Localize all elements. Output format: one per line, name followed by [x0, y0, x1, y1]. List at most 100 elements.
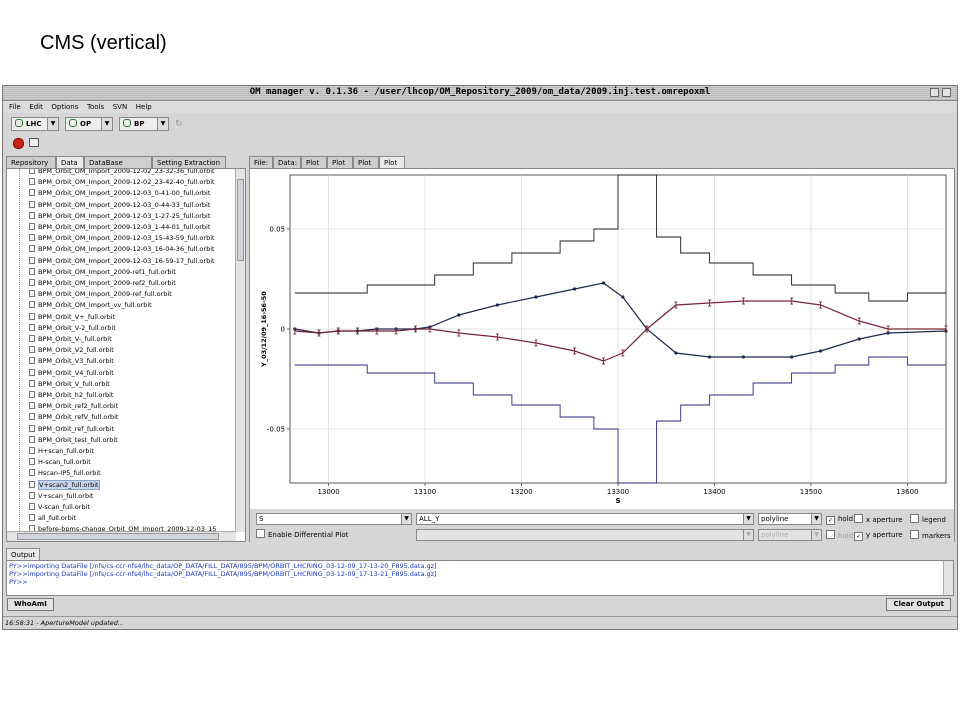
chevron-down-icon[interactable]: ▼: [743, 530, 753, 540]
tree-item[interactable]: BPM_Orbit_OM_Import_2009-12-02_23-32-36_…: [29, 169, 215, 177]
checkbox-icon[interactable]: [256, 529, 265, 538]
enable-diff-checkbox[interactable]: Enable Differential Plot: [256, 529, 348, 540]
right-tabbar: File: Data: Plot Plot Plot Plot: [249, 156, 959, 168]
tree-item[interactable]: BPM_Orbit_V4_full.orbit: [29, 368, 114, 379]
tree-item[interactable]: BPM_Orbit_OM_Import_2009-ref2_full.orbit: [29, 278, 176, 289]
close-icon[interactable]: [942, 88, 951, 97]
style-select[interactable]: polyline ▼: [758, 513, 822, 525]
tree-item[interactable]: BPM_Orbit_OM_Import_vv_full.orbit: [29, 300, 152, 311]
tree-item[interactable]: BPM_Orbit_OM_Import_2009-12-03_0-44-33_f…: [29, 200, 210, 211]
tab-database-optics[interactable]: DataBase Optics: [84, 156, 152, 179]
whoami-button[interactable]: WhoAmI: [7, 598, 54, 611]
tree-item[interactable]: BPM_Orbit_V-2_full.orbit: [29, 323, 116, 334]
menu-svn[interactable]: SVN: [113, 101, 127, 113]
tree-item[interactable]: H+scan_full.orbit: [29, 446, 94, 457]
tree-horizontal-scrollbar[interactable]: [7, 531, 236, 541]
tree-item[interactable]: BPM_Orbit_OM_Import_2009-ref_full.orbit: [29, 289, 172, 300]
tree-item[interactable]: BPM_Orbit_V_full.orbit: [29, 379, 110, 390]
tree-item-label: BPM_Orbit_OM_Import_2009-12-03_1-27-25_f…: [38, 211, 211, 220]
tree-item[interactable]: V+scan_full.orbit: [29, 491, 93, 502]
tab-data[interactable]: Data: [56, 156, 84, 168]
file-icon: [29, 447, 35, 454]
tree-item[interactable]: BPM_Orbit_ref2_full.orbit: [29, 401, 118, 412]
tree-item[interactable]: BPM_Orbit_OM_Import_2009-12-03_16-59-17_…: [29, 256, 215, 267]
chevron-down-icon[interactable]: ▼: [401, 514, 411, 524]
tree-item[interactable]: BPM_Orbit_V2_full.orbit: [29, 345, 114, 356]
chevron-down-icon[interactable]: ▼: [811, 530, 821, 540]
mode-combo[interactable]: OP ▼: [65, 117, 113, 131]
menu-tools[interactable]: Tools: [87, 101, 104, 113]
output-console[interactable]: PY>>importing DataFile [/nfs/cs-ccr-nfs4…: [6, 560, 954, 596]
tree-item[interactable]: BPM_Orbit_OM_Import_2009-12-03_1-27-25_f…: [29, 211, 210, 222]
tab-data-right[interactable]: Data:: [273, 156, 301, 168]
clear-output-button[interactable]: Clear Output: [886, 598, 951, 611]
menu-edit[interactable]: Edit: [29, 101, 43, 113]
tree-item[interactable]: V+scan2_full.orbit: [29, 479, 100, 491]
tree-item[interactable]: BPM_Orbit_V-_full.orbit: [29, 334, 112, 345]
menu-help[interactable]: Help: [136, 101, 152, 113]
machine-combo[interactable]: LHC ▼: [11, 117, 59, 131]
plot-panel: 13000 13100 13200 13300 13400 13500 13600 0.05 0…: [249, 168, 955, 543]
checkbox-icon[interactable]: [910, 514, 919, 523]
orbit-chart[interactable]: 13000 13100 13200 13300 13400 13500 13600 0.05 0…: [250, 169, 954, 507]
x-field-select[interactable]: S ▼: [256, 513, 412, 525]
x-tick-label: 13400: [703, 488, 725, 496]
print-icon[interactable]: [29, 138, 39, 147]
hold2-checkbox[interactable]: hold: [826, 530, 853, 541]
chevron-down-icon[interactable]: ▼: [101, 118, 112, 130]
minimize-icon[interactable]: [930, 88, 939, 97]
tree-item[interactable]: BPM_Orbit_h2_full.orbit: [29, 390, 113, 401]
window-titlebar[interactable]: OM manager v. 0.1.36 - /user/lhcop/OM_Re…: [3, 86, 957, 101]
checkbox-icon[interactable]: [910, 530, 919, 539]
chevron-down-icon[interactable]: ▼: [157, 118, 168, 130]
checkmark-icon[interactable]: ✓: [826, 516, 835, 525]
tab-repository[interactable]: Repository: [6, 156, 56, 168]
tree-item[interactable]: BPM_Orbit_OM_Import_2009-12-03_16-04-36_…: [29, 244, 215, 255]
tree-item[interactable]: BPM_Orbit_refV_full.orbit: [29, 412, 119, 423]
refresh-icon[interactable]: ↻: [175, 119, 183, 129]
tree-item[interactable]: BPM_Orbit_OM_Import_2009-12-03_15-43-59_…: [29, 233, 215, 244]
tab-file[interactable]: File:: [249, 156, 273, 168]
tree-item[interactable]: BPM_Orbit_test_full.orbit: [29, 435, 118, 446]
y-aperture-checkbox[interactable]: ✓ y aperture: [854, 530, 903, 541]
markers-checkbox[interactable]: markers: [910, 530, 951, 541]
chevron-down-icon[interactable]: ▼: [743, 514, 753, 524]
tab-output[interactable]: Output: [6, 548, 40, 560]
chevron-down-icon[interactable]: ▼: [47, 118, 58, 130]
tab-plot-3[interactable]: Plot: [353, 156, 379, 168]
tree-item[interactable]: BPM_Orbit_OM_Import_2009-12-03_1-44-01_f…: [29, 222, 210, 233]
hold-checkbox[interactable]: ✓ hold: [826, 514, 853, 525]
tree-item[interactable]: BPM_Orbit_OM_Import_2009-12-02_23-42-40_…: [29, 177, 215, 188]
record-icon[interactable]: [13, 138, 24, 149]
tab-plot-4[interactable]: Plot: [379, 156, 405, 168]
legend-checkbox[interactable]: legend: [910, 514, 946, 525]
diff-field-select[interactable]: ▼: [416, 529, 754, 541]
menu-file[interactable]: File: [9, 101, 21, 113]
output-scrollbar[interactable]: [943, 561, 953, 595]
style2-select[interactable]: polyline ▼: [758, 529, 822, 541]
tree-item[interactable]: BPM_Orbit_OM_Import_2009-12-03_0-41-00_f…: [29, 188, 210, 199]
tree-item[interactable]: BPM_Orbit_V+_full.orbit: [29, 312, 115, 323]
checkbox-icon[interactable]: [826, 530, 835, 539]
tree-item[interactable]: BPM_Orbit_ref_full.orbit: [29, 424, 114, 435]
checkbox-icon[interactable]: [854, 514, 863, 523]
checkmark-icon[interactable]: ✓: [854, 532, 863, 541]
chevron-down-icon[interactable]: ▼: [811, 514, 821, 524]
tab-plot-1[interactable]: Plot: [301, 156, 327, 168]
tab-setting-extraction[interactable]: Setting Extraction: [152, 156, 226, 168]
beam-combo[interactable]: BP ▼: [119, 117, 169, 131]
tree-item[interactable]: all_full.orbit: [29, 513, 76, 524]
scroll-thumb[interactable]: [237, 179, 244, 261]
tree-item[interactable]: Hscan-IP5_full.orbit: [29, 468, 101, 479]
tree-item[interactable]: V-scan_full.orbit: [29, 502, 90, 513]
tree-item[interactable]: BPM_Orbit_V3_full.orbit: [29, 356, 114, 367]
menu-options[interactable]: Options: [51, 101, 78, 113]
tab-plot-2[interactable]: Plot: [327, 156, 353, 168]
tree-vertical-scrollbar[interactable]: [235, 169, 245, 532]
y-field-select[interactable]: ALL_Y ▼: [416, 513, 754, 525]
scroll-thumb[interactable]: [17, 533, 219, 540]
tree-item[interactable]: H-scan_full.orbit: [29, 457, 91, 468]
plot-area[interactable]: 13000 13100 13200 13300 13400 13500 13600 0.05 0…: [250, 169, 954, 507]
tree-item[interactable]: BPM_Orbit_OM_Import_2009-ref1_full.orbit: [29, 267, 176, 278]
x-aperture-checkbox[interactable]: x aperture: [854, 514, 903, 525]
